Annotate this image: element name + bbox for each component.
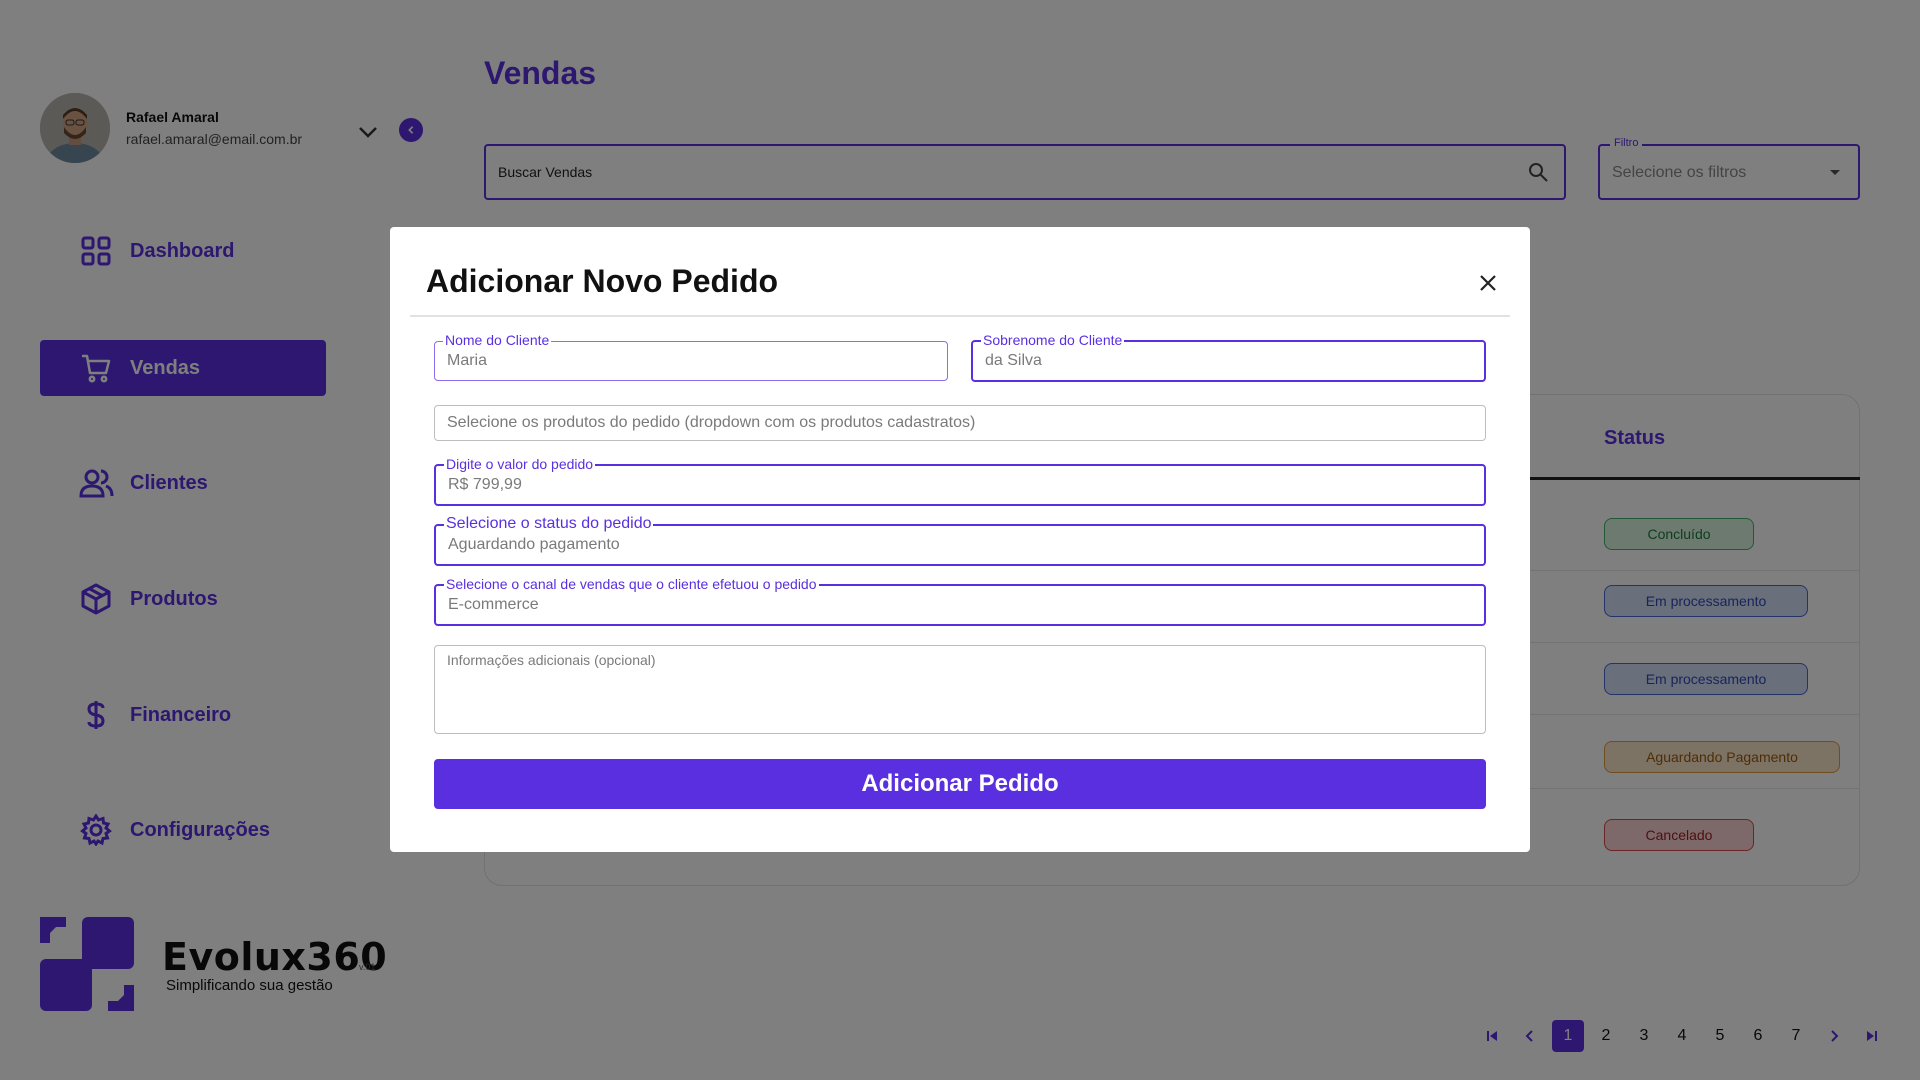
close-icon[interactable] [1476, 271, 1500, 295]
notes-placeholder: Informações adicionais (opcional) [447, 652, 656, 668]
last-name-value: da Silva [985, 352, 1042, 369]
first-name-label: Nome do Cliente [443, 332, 552, 348]
sales-channel-label: Selecione o canal de vendas que o client… [444, 576, 819, 592]
last-name-field[interactable]: Sobrenome do Cliente da Silva [971, 332, 1486, 382]
amount-value: R$ 799,99 [448, 476, 522, 493]
amount-field[interactable]: Digite o valor do pedido R$ 799,99 [434, 456, 1486, 506]
modal-title: Adicionar Novo Pedido [426, 263, 779, 299]
status-value: Aguardando pagamento [448, 536, 620, 553]
first-name-value: Maria [447, 352, 488, 369]
last-name-label: Sobrenome do Cliente [981, 332, 1125, 348]
products-placeholder: Selecione os produtos do pedido (dropdow… [447, 414, 976, 431]
sales-channel-select[interactable]: Selecione o canal de vendas que o client… [434, 576, 1486, 626]
amount-label: Digite o valor do pedido [444, 456, 596, 472]
notes-textarea[interactable]: Informações adicionais (opcional) [434, 645, 1486, 734]
products-select[interactable]: Selecione os produtos do pedido (dropdow… [434, 405, 1486, 441]
add-order-button[interactable]: Adicionar Pedido [434, 759, 1486, 809]
sales-channel-value: E-commerce [448, 596, 539, 613]
add-order-modal: Adicionar Novo Pedido Nome do Cliente Ma… [390, 227, 1530, 852]
modal-divider [410, 315, 1510, 317]
first-name-field[interactable]: Nome do Cliente Maria [434, 332, 948, 381]
status-select[interactable]: Selecione o status do pedido Aguardando … [434, 516, 1486, 566]
status-label: Selecione o status do pedido [444, 515, 654, 532]
